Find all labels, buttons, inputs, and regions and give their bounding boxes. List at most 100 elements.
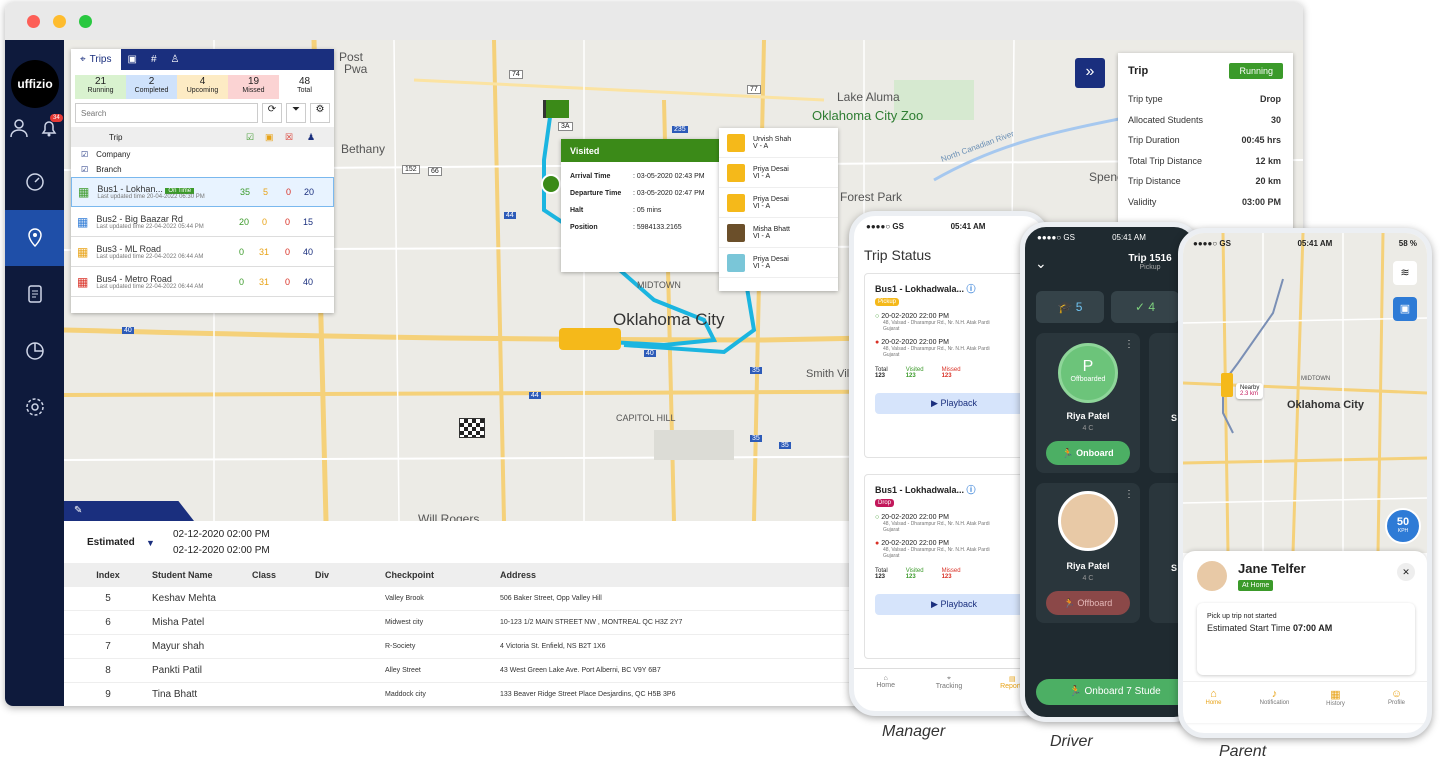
brand-logo: uffizio xyxy=(11,60,59,108)
stat-completed[interactable]: 2 Completed xyxy=(126,75,177,99)
map-label: Pwa xyxy=(344,62,368,76)
trip-card[interactable]: Bus1 - Lokhadwala... ⓘ Drop ○ 20-02-2020… xyxy=(864,474,1044,659)
trip-info-row: Validity 03:00 PM xyxy=(1128,196,1281,207)
bus-icon[interactable] xyxy=(559,328,621,350)
student-card[interactable]: P Offboarded ⋮ Riya Patel 4 C 🏃 Onboard xyxy=(1036,333,1140,473)
tab-trips[interactable]: ⌖ Trips xyxy=(71,49,121,70)
more-vert-icon[interactable]: ⋮ xyxy=(1124,339,1134,350)
maximize-window-button[interactable] xyxy=(79,15,92,28)
layers-icon[interactable]: ≋ xyxy=(1393,261,1417,285)
person-icon: ♙ xyxy=(170,54,180,65)
sidebar-item-analytics[interactable] xyxy=(5,330,64,372)
trip-row[interactable]: ▦ Bus4 - Metro Road Last updated time 22-… xyxy=(71,267,334,297)
user-icon[interactable] xyxy=(9,118,29,143)
stat-upcoming[interactable]: 4 Upcoming xyxy=(177,75,228,99)
student-item[interactable]: Priya Desai VI - A xyxy=(719,158,838,188)
map-label: CAPITOL HILL xyxy=(616,413,676,423)
info-icon: ⓘ xyxy=(966,284,976,294)
nav-home[interactable]: ⌂ Home xyxy=(854,669,917,711)
settings-icon[interactable]: ⚙ xyxy=(310,103,330,123)
back-chevron-icon[interactable]: ⌄ xyxy=(1035,255,1047,272)
tab-grid[interactable]: # xyxy=(144,49,164,70)
highway-shield: 152 xyxy=(402,165,420,174)
visited-title: Visited xyxy=(561,139,721,162)
sidebar-item-tracking[interactable] xyxy=(5,210,64,266)
trip-row[interactable]: ▦ Bus3 - ML Road Last updated time 22-04-… xyxy=(71,237,334,267)
map-label: MIDTOWN xyxy=(1301,376,1331,382)
sidebar-item-dashboard[interactable] xyxy=(5,160,64,202)
trip-row[interactable]: ▦ Bus1 - Lokhan... On Time Last updated t… xyxy=(71,177,334,207)
caret-down-icon[interactable]: ▼ xyxy=(146,538,155,548)
student-item[interactable]: Urvish Shah V - A xyxy=(719,128,838,158)
onboard-count-chip[interactable]: ✓ 4 xyxy=(1111,291,1179,323)
student-stop-icon[interactable] xyxy=(541,174,561,194)
checkbox[interactable]: ☑ xyxy=(81,165,88,174)
gear-icon xyxy=(25,398,44,416)
trip-row[interactable]: ▦ Bus2 - Big Baazar Rd Last updated time … xyxy=(71,207,334,237)
student-item[interactable]: Priya Desai VI - A xyxy=(719,188,838,218)
student-item[interactable]: Misha Bhatt VI - A xyxy=(719,218,838,248)
nav-tracking[interactable]: ⌖ Tracking xyxy=(917,669,980,711)
refresh-icon[interactable]: ⟳ xyxy=(262,103,282,123)
bell-icon[interactable]: 34 xyxy=(39,114,63,143)
minimize-window-button[interactable] xyxy=(53,15,66,28)
onboard-button[interactable]: 🏃 Onboard xyxy=(1046,441,1130,465)
stat-total[interactable]: 48 Total xyxy=(279,75,330,99)
table-row[interactable]: 5 Keshav Mehta Valley Brook 506 Baker Stree… xyxy=(64,587,859,611)
trip-tag: Drop xyxy=(875,499,895,507)
map-label: Forest Park xyxy=(840,190,903,204)
visited-row: Departure Time: 03-05-2020 02:47 PM xyxy=(570,190,705,197)
location-icon: ⌖ xyxy=(947,675,951,682)
table-row[interactable]: 8 Pankti Patil Alley Street 43 West Green L… xyxy=(64,659,859,683)
bus-icon[interactable] xyxy=(1221,373,1233,397)
more-vert-icon[interactable]: ⋮ xyxy=(1124,489,1134,500)
playback-button[interactable]: ▶ Playback xyxy=(875,594,1033,615)
table-row[interactable]: 7 Mayur shah R-Society 4 Victoria St. Enfie… xyxy=(64,635,859,659)
parent-sheet: Jane Telfer At Home ✕ Pick up trip not s… xyxy=(1183,551,1427,723)
estimated-time-1: 02-12-2020 02:00 PM xyxy=(173,529,270,540)
students-count-chip[interactable]: 🎓 5 xyxy=(1036,291,1104,323)
close-window-button[interactable] xyxy=(27,15,40,28)
tab-bus[interactable]: ▣ xyxy=(121,49,144,70)
students-popup: Urvish Shah V - A Priya Desai VI - A Priya… xyxy=(719,128,838,291)
nav-profile[interactable]: ☺ Profile xyxy=(1366,682,1427,723)
checkbox[interactable]: ☑ xyxy=(81,150,88,159)
trip-info-row: Trip Duration 00:45 hrs xyxy=(1128,135,1281,146)
close-icon[interactable]: ✕ xyxy=(1397,563,1415,581)
tab-person[interactable]: ♙ xyxy=(164,49,187,70)
parent-map[interactable]: ●●●●○ GS 05:41 AM 58 % ≋ ▣ Oklahoma City M… xyxy=(1183,233,1427,553)
info-icon: ⓘ xyxy=(966,485,976,495)
expand-panel-button[interactable]: » xyxy=(1075,58,1105,88)
map-label: Bethany xyxy=(341,142,386,156)
map-label: Will Rogers xyxy=(418,512,480,521)
map-label: Lake Aluma xyxy=(837,90,900,104)
trip-card[interactable]: Bus1 - Lokhadwala... ⓘ Pickup ○ 20-02-20… xyxy=(864,273,1044,458)
edit-icon: ✎ xyxy=(74,505,83,516)
playback-button[interactable]: ▶ Playback xyxy=(875,393,1033,414)
offboard-button[interactable]: 🏃 Offboard xyxy=(1046,591,1130,615)
chat-icon[interactable]: ▣ xyxy=(1393,297,1417,321)
filter-icon[interactable]: ⏷ xyxy=(286,103,306,123)
sidebar-item-reports[interactable] xyxy=(5,273,64,315)
table-row[interactable]: 9 Tina Bhatt Maddock city 133 Beaver Ridge … xyxy=(64,683,859,706)
calendar-icon: ▦ xyxy=(77,274,89,289)
stat-running[interactable]: 21 Running xyxy=(75,75,126,99)
panel-tab[interactable]: ✎ xyxy=(64,501,194,521)
avatar xyxy=(727,223,745,242)
student-card[interactable]: ⋮ Riya Patel 4 C 🏃 Offboard xyxy=(1036,483,1140,623)
trips-tabs: ⌖ Trips ▣ # ♙ xyxy=(71,49,334,70)
speed-indicator: 50 KPH xyxy=(1385,508,1421,544)
avatar xyxy=(727,253,745,272)
nav-history[interactable]: ▦ History xyxy=(1305,682,1366,723)
nav-home[interactable]: ⌂ Home xyxy=(1183,682,1244,723)
stat-missed[interactable]: 19 Missed xyxy=(228,75,279,99)
table-row[interactable]: 6 Misha Patel Midwest city 10-123 1/2 MAIN … xyxy=(64,611,859,635)
onboard-all-button[interactable]: 🏃 Onboard 7 Stude xyxy=(1036,679,1194,705)
sidebar-item-settings[interactable] xyxy=(5,386,64,428)
upcoming-col-icon: ▣ xyxy=(265,131,274,142)
student-item[interactable]: Priya Desai VI - A xyxy=(719,248,838,278)
col-index: Index xyxy=(96,570,120,580)
trip-search-input[interactable] xyxy=(75,103,258,123)
nav-notification[interactable]: ♪ Notification xyxy=(1244,682,1305,723)
end-dot-icon: ● xyxy=(875,339,880,346)
